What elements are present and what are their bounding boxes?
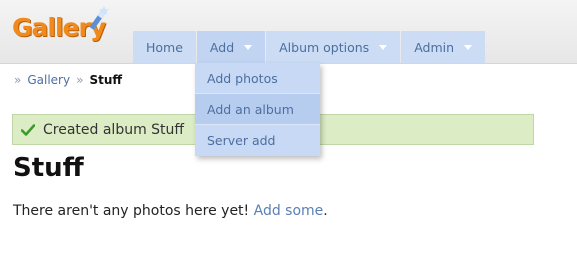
nav-home[interactable]: Home bbox=[133, 31, 196, 63]
menu-item-add-photos[interactable]: Add photos bbox=[195, 63, 320, 94]
empty-album-text: There aren't any photos here yet! bbox=[13, 203, 250, 219]
nav-admin-label: Admin bbox=[414, 39, 455, 55]
breadcrumb-gallery-link[interactable]: Gallery bbox=[27, 73, 70, 87]
main-nav: Home Add Album options Admin bbox=[133, 31, 486, 63]
checkmark-icon bbox=[21, 123, 35, 136]
nav-album-options[interactable]: Album options bbox=[266, 31, 401, 63]
nav-admin[interactable]: Admin bbox=[401, 31, 486, 63]
success-message-text: Created album Stuff bbox=[43, 121, 185, 138]
add-some-link[interactable]: Add some bbox=[254, 203, 324, 219]
empty-album-message: There aren't any photos here yet! Add so… bbox=[13, 203, 328, 219]
chevron-down-icon bbox=[464, 44, 473, 50]
nav-add[interactable]: Add bbox=[196, 31, 266, 63]
chevron-down-icon bbox=[244, 44, 253, 50]
nav-home-label: Home bbox=[146, 39, 183, 55]
add-dropdown-menu: Add photos Add an album Server add bbox=[195, 63, 320, 156]
magic-wand-icon bbox=[90, 6, 109, 30]
breadcrumb-separator: » bbox=[14, 73, 22, 87]
site-header: Gallery Home Add Album options Admin bbox=[0, 0, 577, 64]
menu-item-add-album[interactable]: Add an album bbox=[195, 94, 320, 125]
nav-add-label: Add bbox=[209, 39, 235, 55]
page-title: Stuff bbox=[13, 153, 84, 183]
breadcrumb-current: Stuff bbox=[89, 73, 123, 87]
menu-item-server-add[interactable]: Server add bbox=[195, 125, 320, 156]
breadcrumb: » Gallery » Stuff bbox=[14, 73, 122, 87]
breadcrumb-separator: » bbox=[76, 73, 84, 87]
period-text: . bbox=[323, 203, 328, 219]
chevron-down-icon bbox=[379, 44, 388, 50]
nav-album-options-label: Album options bbox=[279, 39, 370, 55]
